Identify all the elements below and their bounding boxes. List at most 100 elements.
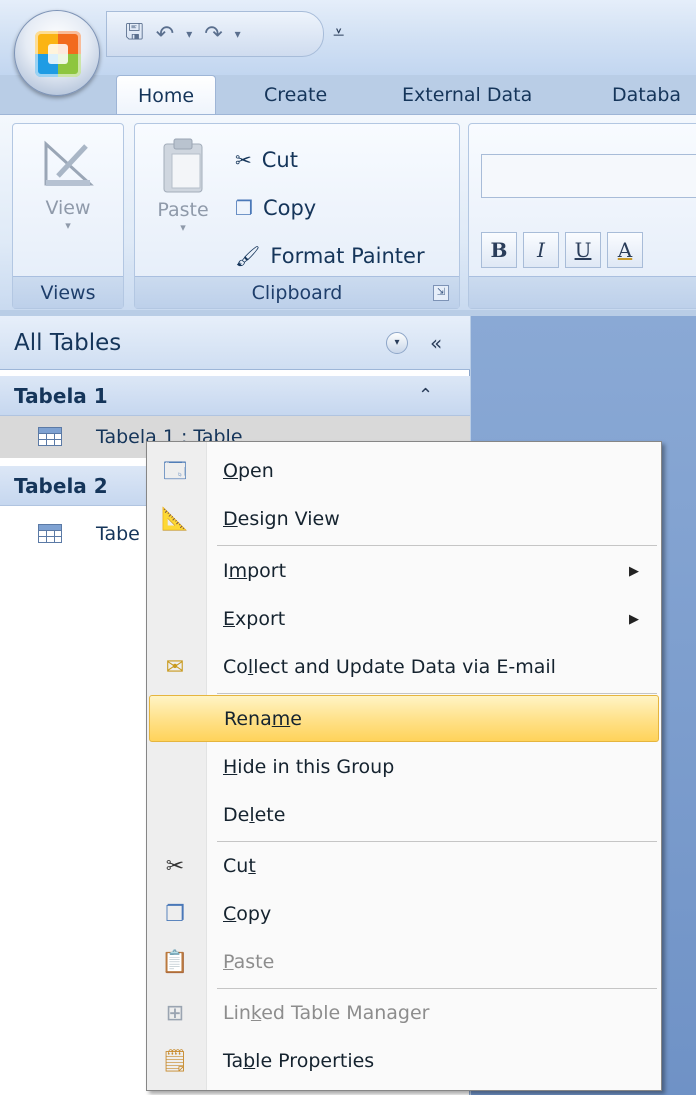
linked-table-manager-icon: ⊞ — [165, 1001, 185, 1026]
view-button[interactable]: View ▾ — [13, 136, 123, 232]
tab-database-tools[interactable]: Databa — [612, 75, 681, 115]
redo-dropdown-icon[interactable]: ▾ — [235, 27, 241, 41]
submenu-arrow-icon: ▶ — [629, 564, 639, 579]
table-icon — [38, 524, 62, 543]
ribbon: View ▾ Views Paste ▾ ✂ Cut ❐ Copy 🖌 Form… — [0, 114, 696, 310]
menu-item-label: Copy — [223, 891, 271, 938]
office-button[interactable] — [14, 10, 100, 96]
underline-button[interactable]: U — [565, 232, 601, 268]
clipboard-launcher-icon[interactable]: ⇲ — [433, 285, 449, 301]
paste-icon: 📋 — [161, 950, 189, 975]
menu-label-accel: O — [223, 460, 238, 482]
menu-separator — [217, 988, 657, 989]
format-painter-label: Format Painter — [270, 244, 425, 268]
tab-home[interactable]: Home — [116, 75, 216, 115]
nav-pane-title: All Tables — [14, 330, 122, 356]
clipboard-group-label: Clipboard ⇲ — [135, 276, 459, 308]
nav-menu-dropdown-icon[interactable]: ▾ — [386, 332, 408, 354]
menu-label-post: opy — [236, 903, 272, 925]
clipboard-group: Paste ▾ ✂ Cut ❐ Copy 🖌 Format Painter Cl… — [134, 123, 460, 309]
cut-button[interactable]: ✂ Cut — [235, 140, 298, 180]
open-icon: 🗔 — [163, 459, 187, 484]
menu-item-label: Hide in this Group — [223, 744, 394, 791]
font-format-row: B I U A — [481, 232, 643, 268]
menu-item-label: Import — [223, 548, 286, 595]
menu-item-label: Table Properties — [223, 1038, 374, 1085]
tab-external-data[interactable]: External Data — [402, 75, 532, 115]
chevron-down-icon: ▾ — [65, 219, 71, 232]
nav-group-label: Tabela 1 — [14, 384, 108, 408]
views-group-label: Views — [13, 276, 123, 308]
copy-icon: ❐ — [235, 196, 253, 220]
menu-label-post: xport — [235, 608, 286, 630]
menu-label-post: aste — [233, 951, 275, 973]
menu-item-export[interactable]: Export ▶ — [149, 596, 659, 643]
menu-label-accel: m — [228, 560, 248, 582]
menu-label-accel: H — [223, 756, 238, 778]
italic-button[interactable]: I — [523, 232, 559, 268]
collect-data-icon: ✉ — [165, 655, 185, 680]
bold-button[interactable]: B — [481, 232, 517, 268]
undo-dropdown-icon[interactable]: ▾ — [186, 27, 192, 41]
nav-group-label: Tabela 2 — [14, 474, 108, 498]
font-group: B I U A — [468, 123, 696, 309]
menu-label-post: ete — [254, 804, 286, 826]
copy-icon: ❐ — [165, 902, 185, 927]
menu-label-accel: D — [223, 508, 238, 530]
view-label: View — [45, 197, 91, 219]
menu-item-delete[interactable]: Delete — [149, 792, 659, 839]
font-group-label — [469, 276, 696, 308]
nav-group-header[interactable]: Tabela 1 ⌃ — [0, 376, 470, 416]
nav-pane-header[interactable]: All Tables ▾ « — [0, 316, 470, 370]
menu-label-accel: P — [223, 951, 234, 973]
table-icon — [38, 427, 62, 446]
title-bar — [0, 0, 696, 75]
shutter-bar-close-icon[interactable]: « — [430, 316, 442, 370]
menu-label-accel: E — [223, 608, 236, 630]
menu-item-paste[interactable]: 📋 Paste — [149, 939, 659, 986]
quick-access-toolbar: 🖫 ↶ ▾ ↷ ▾ — [106, 11, 324, 57]
save-icon[interactable]: 🖫 — [125, 15, 144, 53]
menu-item-label: Open — [223, 448, 274, 495]
paste-button[interactable]: Paste ▾ — [143, 136, 223, 234]
menu-label-post: ed Table Manager — [261, 1002, 430, 1024]
format-painter-button[interactable]: 🖌 Format Painter — [235, 236, 425, 276]
menu-item-collect-data[interactable]: ✉ Collect and Update Data via E-mail — [149, 644, 659, 691]
tab-create[interactable]: Create — [264, 75, 327, 115]
menu-item-label: Collect and Update Data via E-mail — [223, 644, 556, 691]
submenu-arrow-icon: ▶ — [629, 612, 639, 627]
menu-item-cut[interactable]: ✂ Cut — [149, 843, 659, 890]
menu-item-rename[interactable]: Rename — [149, 695, 659, 742]
office-logo-icon — [35, 31, 81, 77]
customize-qat-icon[interactable]: ⩡ — [333, 20, 344, 44]
menu-item-label: Design View — [223, 496, 340, 543]
menu-item-design-view[interactable]: 📐 Design View — [149, 496, 659, 543]
menu-item-label: Paste — [223, 939, 274, 986]
undo-icon[interactable]: ↶ — [156, 22, 174, 47]
table-properties-icon: 🗒 — [161, 1049, 189, 1074]
collapse-chevron-icon[interactable]: ⌃ — [418, 376, 433, 416]
menu-label-accel: t — [248, 855, 256, 877]
menu-item-open[interactable]: 🗔 Open — [149, 448, 659, 495]
menu-label-post: le Properties — [255, 1050, 375, 1072]
font-color-button[interactable]: A — [607, 232, 643, 268]
menu-label-post: port — [247, 560, 287, 582]
cut-label: Cut — [261, 148, 298, 172]
menu-item-linked-table-manager[interactable]: ⊞ Linked Table Manager — [149, 990, 659, 1037]
menu-label-post: e — [290, 708, 302, 730]
menu-item-hide-in-group[interactable]: Hide in this Group — [149, 744, 659, 791]
font-name-box[interactable] — [481, 154, 696, 198]
view-icon — [44, 140, 94, 186]
menu-separator — [217, 841, 657, 842]
nav-item-label: Tabe — [96, 523, 140, 545]
menu-item-label: Export — [223, 596, 285, 643]
menu-item-import[interactable]: Import ▶ — [149, 548, 659, 595]
menu-label-post: ide in this Group — [237, 756, 395, 778]
menu-item-copy[interactable]: ❐ Copy — [149, 891, 659, 938]
menu-item-table-properties[interactable]: 🗒 Table Properties — [149, 1038, 659, 1085]
copy-button[interactable]: ❐ Copy — [235, 188, 316, 228]
redo-icon[interactable]: ↷ — [204, 22, 222, 47]
menu-label-pre: Co — [223, 656, 248, 678]
menu-label-accel: C — [223, 903, 237, 925]
menu-item-label: Linked Table Manager — [223, 990, 429, 1037]
